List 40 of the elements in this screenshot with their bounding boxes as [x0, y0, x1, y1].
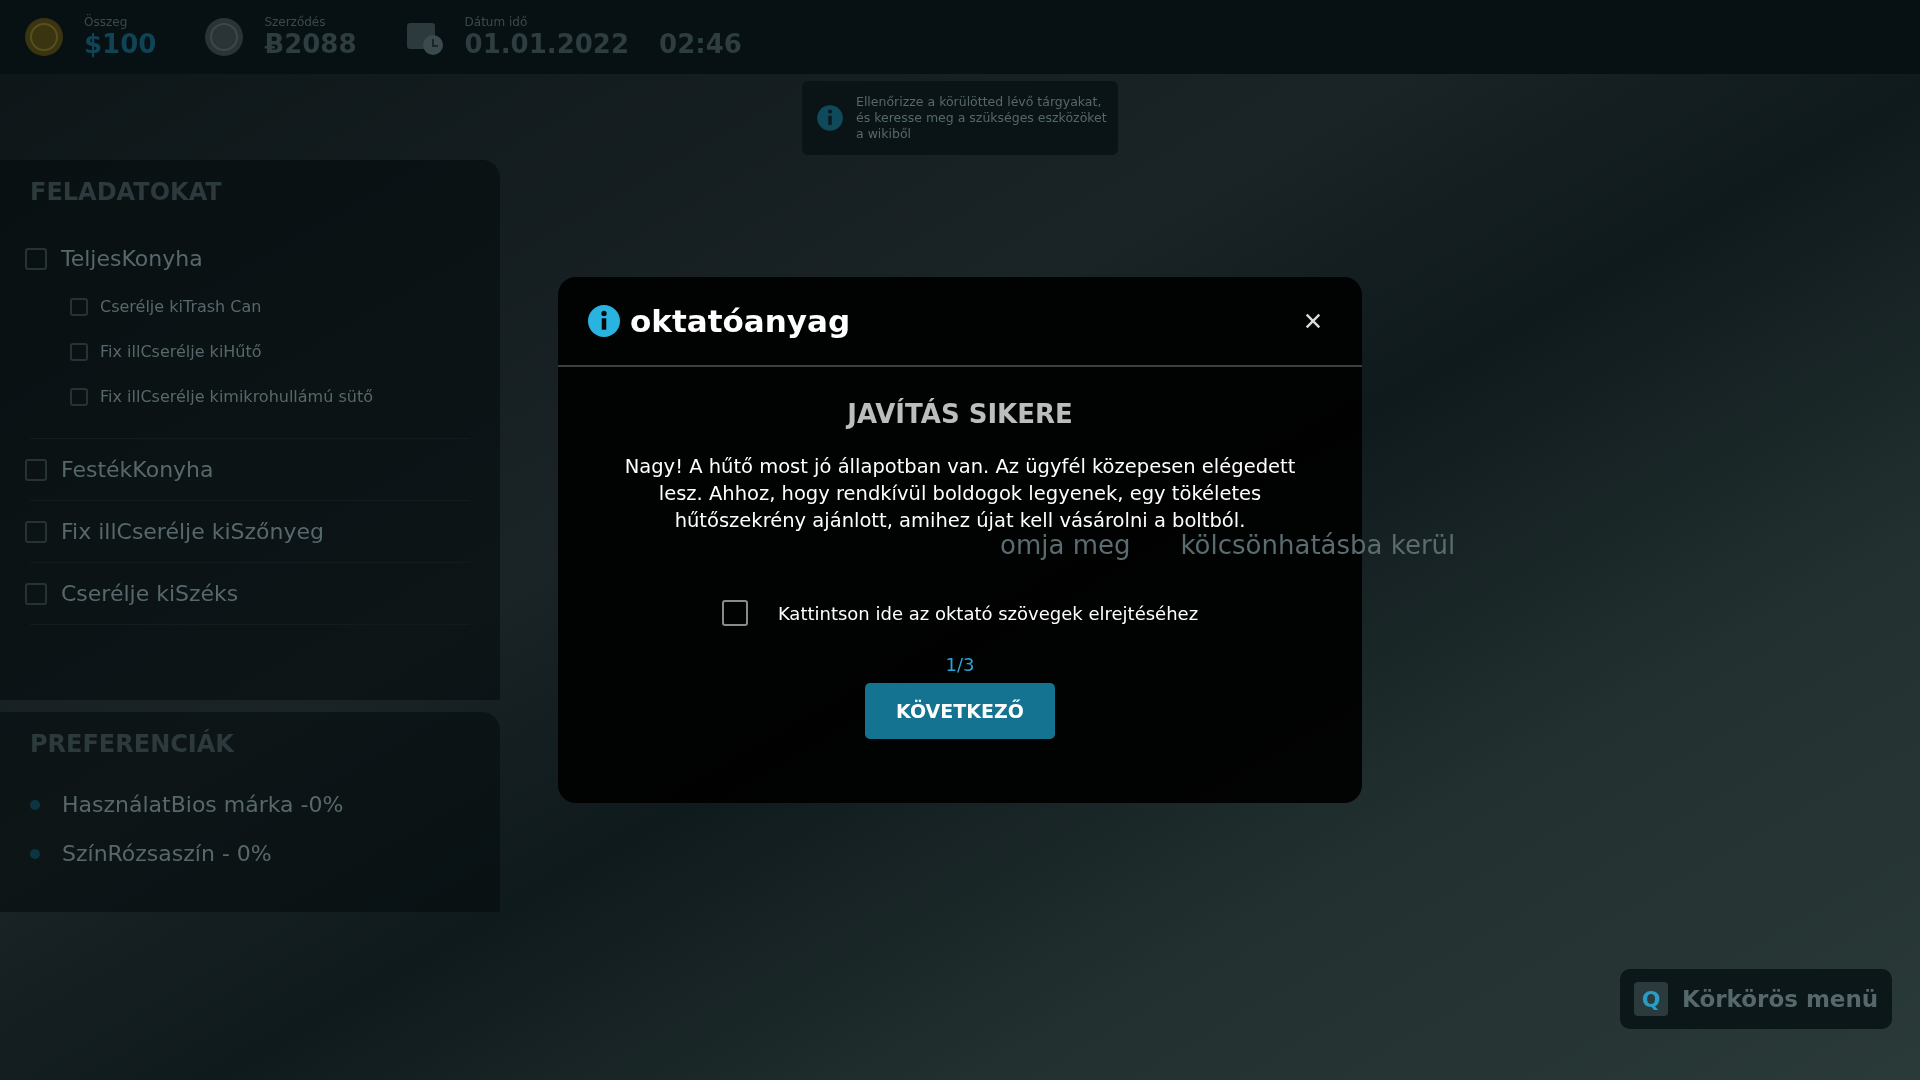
- close-icon[interactable]: [1304, 312, 1322, 330]
- subtask-checkbox[interactable]: [70, 387, 88, 406]
- task-checkbox[interactable]: [25, 582, 47, 605]
- radial-menu-button[interactable]: Q Körkörös menü: [1620, 969, 1893, 1029]
- dialog-title: oktatóanyag: [630, 303, 852, 339]
- stat-label: Szerződés: [264, 15, 327, 29]
- interaction-hint-text: kölcsönhatásba kerül: [1180, 530, 1456, 560]
- preference-label: HasználatBios márka -0%: [62, 792, 344, 817]
- checkbox-label: Kattintson ide az oktató szövegek elrejtéséhez: [777, 602, 1199, 624]
- subtask-label: Fix illCserélje kimikrohullámú sütő: [100, 387, 373, 406]
- stat-label: Dátum idő: [464, 15, 529, 29]
- info-icon: [816, 104, 844, 132]
- subtask-checkbox[interactable]: [70, 297, 88, 316]
- task-label: TeljesKonyha: [61, 246, 203, 271]
- bullet-dot: [30, 848, 40, 859]
- subtask-label: Cserélje kiTrash Can: [100, 297, 262, 316]
- subtask-checkbox[interactable]: [70, 342, 88, 361]
- hide-tutorial-checkbox[interactable]: [721, 600, 748, 626]
- task-label: Cserélje kiSzéks: [61, 581, 239, 606]
- coin-icon: [24, 17, 64, 57]
- page-indicator: 1/3: [945, 654, 975, 675]
- task-checkbox[interactable]: [25, 247, 47, 270]
- task-checkbox[interactable]: [25, 458, 47, 481]
- radial-menu-label: Körkörös menü: [1682, 986, 1879, 1012]
- task-label: Fix illCserélje kiSzőnyeg: [61, 519, 324, 544]
- hint-text: Ellenőrizze a körülötted lévő tárgyakat, és keresse meg a szükséges eszközöket a wikiből: [856, 93, 1108, 143]
- interaction-hint-text: omja meg: [1000, 530, 1131, 560]
- dialog-message: Nagy! A hűtő most jó állapotban van. Az ügyfél közepesen elégedett lesz. Ahhoz, hogy rendkívül boldogok legyenek, egy tökéletes hűtőszekrény ajánlott, amihez újat kell vásárolni a boltból.: [623, 454, 1297, 532]
- bullet-dot: [30, 799, 40, 810]
- key-cap: Q: [1634, 982, 1668, 1016]
- subtask-label: Fix illCserélje kiHűtő: [100, 342, 262, 361]
- coin-icon: [204, 17, 245, 57]
- stat-value: $100: [84, 29, 157, 59]
- task-label: FestékKonyha: [61, 457, 214, 482]
- stat-label: Összeg: [84, 15, 129, 29]
- task-checkbox[interactable]: [25, 520, 47, 543]
- info-icon: [588, 305, 620, 337]
- preference-label: SzínRózsaszín - 0%: [62, 841, 272, 866]
- next-button[interactable]: KÖVETKEZŐ: [865, 683, 1055, 739]
- dialog-heading: JAVÍTÁS SIKERE: [847, 399, 1073, 429]
